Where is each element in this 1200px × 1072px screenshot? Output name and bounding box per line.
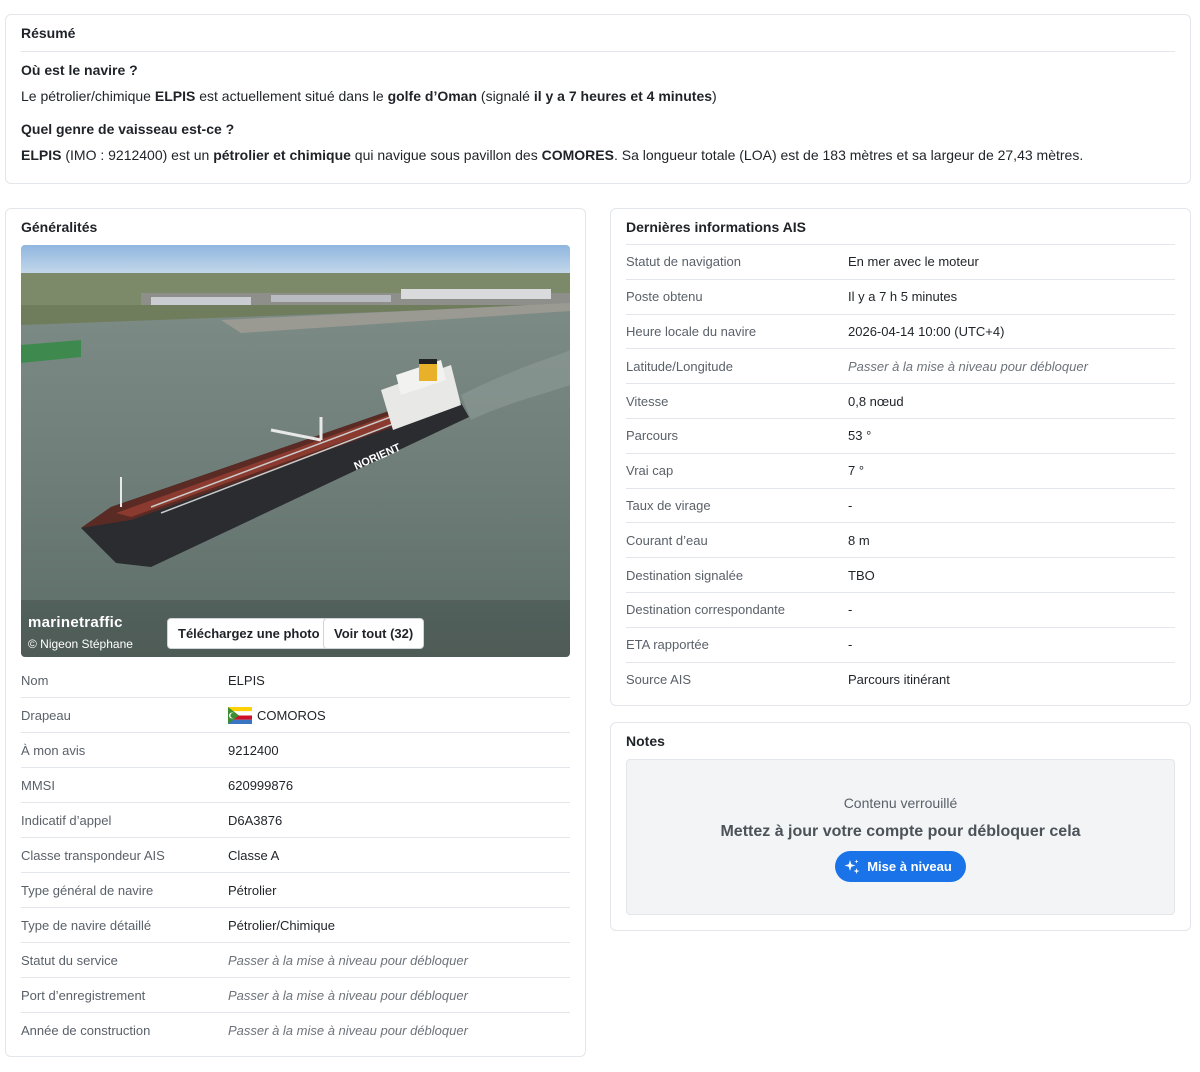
notes-title: Notes <box>626 733 665 749</box>
ais-row-speed: Vitesse 0,8 nœud <box>626 383 1175 418</box>
marinetraffic-logo: marinetraffic <box>28 614 123 631</box>
view-all-photos-button[interactable]: Voir tout (32) <box>323 618 425 649</box>
sparkle-icon <box>844 859 860 874</box>
ais-row-local-time: Heure locale du navire 2026-04-14 10:00 (… <box>626 313 1175 349</box>
ais-row-source: Source AIS Parcours itinérant <box>626 661 1175 697</box>
question-type: Quel genre de vaisseau est-ce ? <box>21 121 235 137</box>
detail-row-callsign: Indicatif d’appel D6A3876 <box>21 803 570 838</box>
ais-row-matched-destination: Destination correspondante - <box>626 591 1175 627</box>
vessel-photo[interactable]: NORIENT marinetraffic © Nigeon Stéphane … <box>21 245 570 657</box>
answer-type: ELPIS (IMO : 9212400) est un pétrolier e… <box>21 147 1084 163</box>
ais-card: Dernières informations AIS Statut de nav… <box>610 208 1191 706</box>
ais-details-table: Statut de navigation En mer avec le moteu… <box>626 244 1175 696</box>
ais-row-course: Parcours 53 ° <box>626 417 1175 453</box>
ais-row-lat-lon: Latitude/Longitude Passer à la mise à niv… <box>626 348 1175 383</box>
upgrade-button-label: Mise à niveau <box>867 859 952 874</box>
ais-row-nav-status: Statut de navigation En mer avec le moteu… <box>626 244 1175 279</box>
ais-row-reported-destination: Destination signalée TBO <box>626 557 1175 592</box>
summary-card: Résumé Où est le navire ? Le pétrolier/c… <box>5 14 1191 184</box>
detail-row-general-type: Type général de navire Pétrolier <box>21 873 570 908</box>
ais-row-draught: Courant d’eau 8 m <box>626 522 1175 557</box>
locked-label: Contenu verrouillé <box>843 795 958 811</box>
location-name: golfe d’Oman <box>387 88 478 104</box>
locked-value[interactable]: Passer à la mise à niveau pour débloquer <box>228 988 468 1003</box>
ais-row-rate-of-turn: Taux de virage - <box>626 487 1175 523</box>
detail-row-home-port: Port d’enregistrement Passer à la mise à … <box>21 978 570 1013</box>
question-location: Où est le navire ? <box>21 62 138 78</box>
photo-credit: © Nigeon Stéphane <box>28 637 133 651</box>
detail-row-detailed-type: Type de navire détaillé Pétrolier/Chimiqu… <box>21 908 570 943</box>
summary-title: Résumé <box>21 25 1175 52</box>
ais-title: Dernières informations AIS <box>626 219 806 235</box>
detail-row-mmsi: MMSI 620999876 <box>21 768 570 803</box>
general-title: Généralités <box>21 219 98 235</box>
upgrade-button[interactable]: Mise à niveau <box>835 851 966 882</box>
detail-row-name: Nom ELPIS <box>21 663 570 698</box>
ais-row-heading: Vrai cap 7 ° <box>626 452 1175 488</box>
general-details-table: Nom ELPIS Drapeau COMOROS À mon avis 92124… <box>21 663 570 1048</box>
notes-card: Notes Contenu verrouillé Mettez à jour v… <box>610 722 1191 931</box>
locked-value[interactable]: Passer à la mise à niveau pour débloquer <box>228 953 468 968</box>
general-card: Généralités NORIENT marinetraffic © Nige… <box>5 208 586 1057</box>
vessel-name: ELPIS <box>154 88 196 104</box>
comoros-flag-icon <box>228 706 252 724</box>
upload-photo-button[interactable]: Téléchargez une photo <box>167 618 331 649</box>
ais-row-reported-eta: ETA rapportée - <box>626 626 1175 662</box>
detail-row-service-status: Statut du service Passer à la mise à nive… <box>21 943 570 978</box>
locked-content-box: Contenu verrouillé Mettez à jour votre c… <box>626 759 1175 915</box>
answer-location: Le pétrolier/chimique ELPIS est actuelle… <box>21 88 717 104</box>
locked-message: Mettez à jour votre compte pour débloque… <box>720 823 1081 840</box>
detail-row-ais-class: Classe transpondeur AIS Classe A <box>21 838 570 873</box>
detail-row-flag: Drapeau COMOROS <box>21 698 570 733</box>
locked-value[interactable]: Passer à la mise à niveau pour débloquer <box>848 359 1088 374</box>
reported-time: il y a 7 heures et 4 minutes <box>533 88 713 104</box>
locked-value[interactable]: Passer à la mise à niveau pour débloquer <box>228 1023 468 1038</box>
ais-row-position-received: Poste obtenu Il y a 7 h 5 minutes <box>626 278 1175 314</box>
vessel-photo-image: NORIENT <box>21 245 570 657</box>
detail-row-imo: À mon avis 9212400 <box>21 733 570 768</box>
detail-row-year-built: Année de construction Passer à la mise à … <box>21 1023 468 1038</box>
